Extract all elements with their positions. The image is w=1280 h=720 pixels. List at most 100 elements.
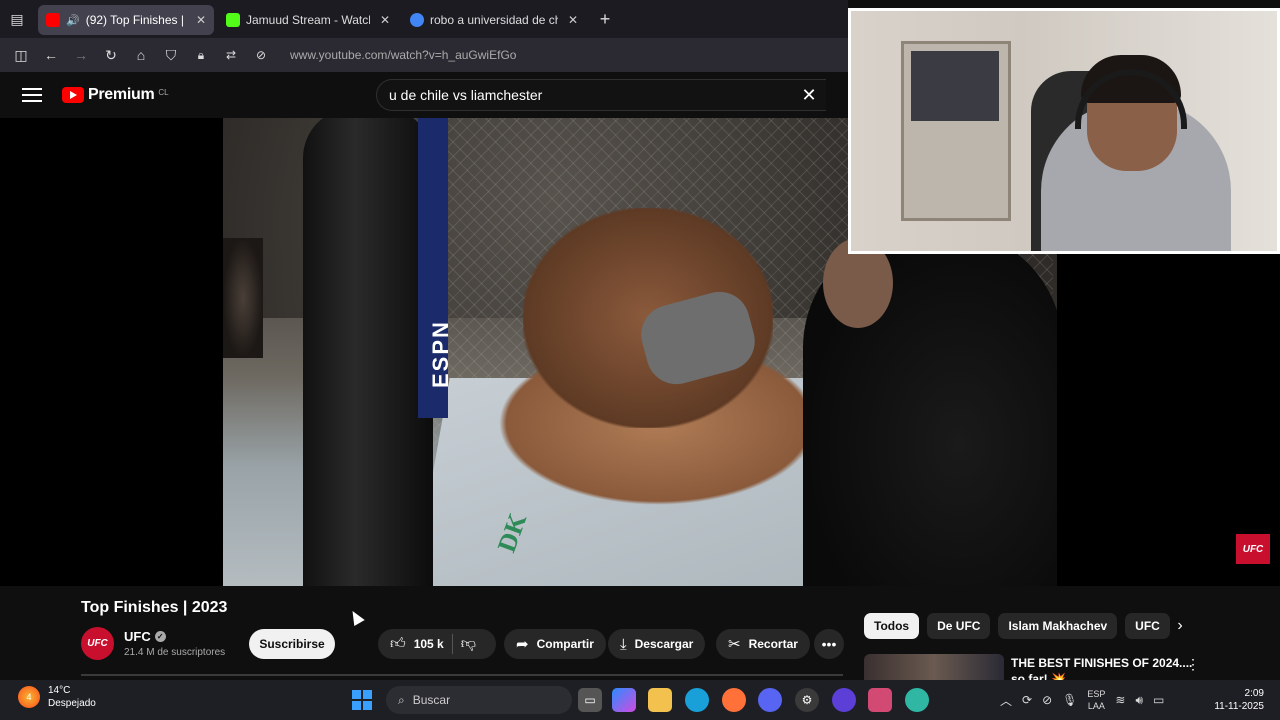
- forward-button[interactable]: →: [70, 44, 92, 66]
- microphone-icon[interactable]: 🎙︎: [1062, 693, 1077, 707]
- download-label: Descargar: [634, 637, 694, 651]
- close-tab-icon[interactable]: ✕: [196, 13, 206, 27]
- description-divider: [81, 674, 843, 676]
- browser-tab-bar: ▤ 🔊 (92) Top Finishes | 2023 - Yo ✕ Jamu…: [0, 0, 848, 38]
- close-tab-icon[interactable]: ✕: [568, 13, 578, 27]
- weather-condition: Despejado: [48, 698, 96, 709]
- language-indicator[interactable]: ESP LAA: [1087, 688, 1105, 712]
- taskbar-search[interactable]: ⌕ Buscar: [386, 686, 572, 714]
- chip-all[interactable]: Todos: [864, 613, 920, 639]
- discord-icon[interactable]: [758, 688, 782, 712]
- back-button[interactable]: ←: [40, 44, 62, 66]
- volume-icon[interactable]: 🔊︎: [1135, 693, 1143, 708]
- subscribe-button[interactable]: Suscribirse: [249, 629, 335, 659]
- brand-name: Premium: [88, 86, 155, 103]
- tab-youtube[interactable]: 🔊 (92) Top Finishes | 2023 - Yo ✕: [38, 5, 214, 35]
- search-placeholder: Buscar: [412, 693, 451, 707]
- channel-name-text: UFC: [124, 629, 151, 644]
- country-code: CL: [158, 88, 169, 97]
- kick-icon: [226, 13, 240, 27]
- like-count[interactable]: 105 k: [414, 637, 444, 651]
- lock-icon[interactable]: 🔒︎: [190, 44, 212, 66]
- date: 11-11-2025: [1214, 701, 1264, 712]
- webcam-monitor: [911, 51, 999, 121]
- recommendation-subtitle[interactable]: so far! 💥: [1011, 672, 1066, 680]
- sidebar-toggle-icon[interactable]: ◫: [10, 44, 32, 66]
- shield-icon[interactable]: ⛉: [160, 44, 182, 66]
- weather-icon: 4: [18, 686, 40, 708]
- subscriber-count: 21.4 M de suscriptores: [124, 647, 226, 658]
- share-button[interactable]: ➦ Compartir: [504, 629, 606, 659]
- youtube-header: Premium CL u de chile vs liamchester ✕: [0, 72, 848, 118]
- ufc-watermark[interactable]: UFC: [1236, 534, 1270, 564]
- close-tab-icon[interactable]: ✕: [380, 13, 390, 27]
- system-tray: ︿ ⟳ ⊘ 🎙︎ ESP LAA ≋ 🔊︎ ▭: [1000, 680, 1164, 720]
- search-input[interactable]: u de chile vs liamchester: [376, 79, 826, 111]
- channel-avatar[interactable]: UFC: [81, 627, 114, 660]
- reload-button[interactable]: ↻: [100, 44, 122, 66]
- chevron-right-icon[interactable]: ›: [1168, 613, 1192, 639]
- webcam-feed: [851, 11, 1277, 251]
- app-icon-2[interactable]: [905, 688, 929, 712]
- more-actions-icon[interactable]: •••: [814, 629, 844, 659]
- snipping-tool-icon[interactable]: [868, 688, 892, 712]
- scissors-icon: ✂: [728, 636, 741, 653]
- wifi-icon[interactable]: ≋: [1115, 693, 1125, 707]
- chip-from-ufc[interactable]: De UFC: [927, 613, 991, 639]
- cage-post: [303, 118, 433, 586]
- youtube-icon: [46, 13, 60, 27]
- firefox-icon[interactable]: [722, 688, 746, 712]
- menu-icon[interactable]: [22, 88, 42, 102]
- language-code: ESP: [1087, 689, 1106, 699]
- permissions-icon[interactable]: ⇄: [220, 44, 242, 66]
- chip-islam-makhachev[interactable]: Islam Makhachev: [998, 613, 1118, 639]
- settings-icon[interactable]: ⚙: [795, 688, 819, 712]
- spectator: [223, 238, 263, 358]
- recommendation-menu-icon[interactable]: ⋮: [1186, 656, 1200, 673]
- recommendation-thumbnail[interactable]: [864, 654, 1004, 680]
- weather-text: 14°C Despejado: [48, 684, 96, 710]
- file-explorer-icon[interactable]: [648, 688, 672, 712]
- clock[interactable]: 2:09 11-11-2025: [1212, 687, 1264, 713]
- like-dislike-group: 👍︎ 105 k 👎︎: [378, 629, 496, 659]
- channel-name[interactable]: UFC ✓: [124, 629, 166, 644]
- home-button[interactable]: ⌂: [130, 44, 152, 66]
- temperature: 14°C: [48, 685, 71, 696]
- share-icon: ➦: [516, 636, 529, 653]
- battery-icon[interactable]: ▭: [1153, 693, 1164, 707]
- app-icon[interactable]: [832, 688, 856, 712]
- autoplay-blocked-icon[interactable]: ⊘: [250, 44, 272, 66]
- recommendation-title[interactable]: THE BEST FINISHES OF 2024....: [1011, 656, 1192, 670]
- download-icon: ⤓: [620, 635, 627, 653]
- network-off-icon[interactable]: ⊘: [1042, 693, 1052, 707]
- filter-chips: Todos De UFC Islam Makhachev UFC: [864, 613, 1170, 639]
- youtube-logo[interactable]: Premium CL: [62, 86, 169, 104]
- keyboard-layout: LAA: [1087, 701, 1105, 711]
- new-tab-button[interactable]: +: [592, 6, 618, 32]
- tab-google[interactable]: robo a universidad de chile - Bu ✕: [402, 5, 586, 35]
- browser-nav-bar: ◫ ← → ↻ ⌂ ⛉ 🔒︎ ⇄ ⊘ www.youtube.com/watch…: [0, 38, 848, 72]
- task-view-icon[interactable]: ▭: [578, 688, 602, 712]
- tab-list-icon[interactable]: ▤: [0, 0, 34, 38]
- clip-button[interactable]: ✂ Recortar: [716, 629, 810, 659]
- url-bar[interactable]: www.youtube.com/watch?v=h_auGwiEfGo: [290, 48, 516, 62]
- tab-label: Jamuud Stream - Watch Live on: [246, 13, 370, 27]
- chip-ufc[interactable]: UFC: [1125, 613, 1170, 639]
- screen: ▤ 🔊 (92) Top Finishes | 2023 - Yo ✕ Jamu…: [0, 0, 1280, 720]
- windows-start-icon[interactable]: [352, 690, 372, 710]
- sync-icon[interactable]: ⟳: [1022, 693, 1032, 707]
- chevron-up-icon[interactable]: ︿: [1000, 692, 1012, 709]
- speaker-icon[interactable]: 🔊: [66, 14, 80, 27]
- verified-icon: ✓: [154, 631, 166, 642]
- tab-kick[interactable]: Jamuud Stream - Watch Live on ✕: [218, 5, 398, 35]
- weather-widget[interactable]: 4 14°C Despejado: [18, 684, 96, 710]
- like-icon[interactable]: 👍︎: [390, 635, 406, 653]
- copilot-icon[interactable]: [612, 688, 636, 712]
- dislike-icon[interactable]: 👎︎: [461, 635, 476, 653]
- search-icon: ⌕: [398, 692, 405, 707]
- download-button[interactable]: ⤓ Descargar: [608, 629, 706, 659]
- clear-search-icon[interactable]: ✕: [798, 84, 820, 106]
- edge-icon[interactable]: [685, 688, 709, 712]
- like-separator: [451, 634, 453, 654]
- tab-label: robo a universidad de chile - Bu: [430, 13, 558, 27]
